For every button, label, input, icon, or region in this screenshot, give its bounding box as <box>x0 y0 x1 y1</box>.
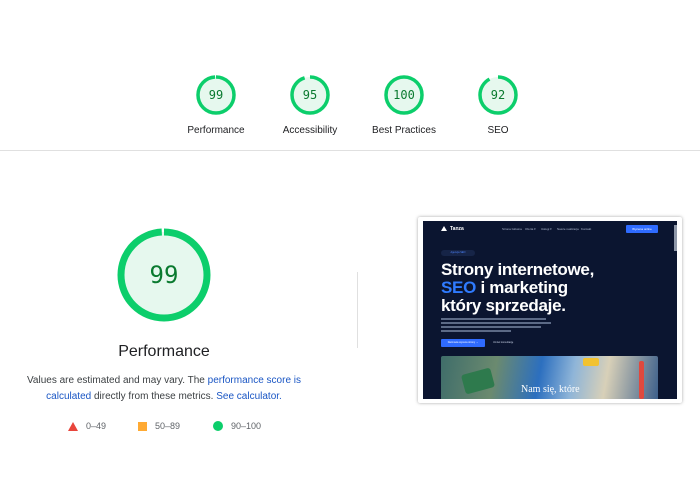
gauge-score: 100 <box>393 88 415 102</box>
site-eyebrow: Agencja SEO <box>441 250 475 256</box>
desc-text: Values are estimated and may vary. The <box>26 375 208 386</box>
site-nav: Tanza Strona Główna Oferta ▾ Usługi ▾ Na… <box>423 221 677 251</box>
legend-label: 0–49 <box>86 421 107 431</box>
performance-gauge-large: 99 <box>116 227 212 323</box>
gauge-seo[interactable]: 92 SEO <box>468 73 528 136</box>
headline-rest: i marketing <box>476 278 568 297</box>
site-primary-cta: Darmowa wycena strony → <box>441 339 485 347</box>
legend-fail: 0–49 <box>68 419 106 433</box>
gauge-score: 99 <box>208 88 224 102</box>
site-secondary-cta: Umów konsultację <box>493 341 514 344</box>
headline-highlight: SEO <box>441 278 477 297</box>
site-cta-button: Wycena online <box>626 225 658 233</box>
divider <box>357 272 358 348</box>
category-summary: 99 Performance 95 Accessibility 100 Best… <box>0 0 700 151</box>
gauge-accessibility[interactable]: 95 Accessibility <box>280 73 340 136</box>
logo-icon <box>441 226 447 231</box>
gauge-label: SEO <box>487 125 509 136</box>
legend-label: 90–100 <box>231 421 262 431</box>
headline-line: SEO i marketing <box>441 279 641 297</box>
site-headline: Strony internetowe, SEO i marketing któr… <box>441 261 641 315</box>
legend-pass: 90–100 <box>213 419 261 433</box>
circle-icon <box>213 421 223 431</box>
gauge-score: 95 <box>302 88 318 102</box>
gauge-score: 92 <box>490 88 506 102</box>
nav-item: Kontakt <box>581 227 592 231</box>
triangle-icon <box>68 421 78 431</box>
site-photo-caption: Nam się, które <box>521 384 580 395</box>
site-logo-text: Tanza <box>450 226 464 232</box>
square-icon <box>138 421 147 431</box>
legend-label: 50–89 <box>155 421 181 431</box>
headline-line: Strony internetowe, <box>441 260 594 279</box>
nav-item: Usługi ▾ <box>541 227 552 231</box>
photo-detail <box>639 361 644 399</box>
desc-text: directly from these metrics. <box>91 391 217 402</box>
nav-item: Nasze realizacje <box>557 227 580 231</box>
site-paragraph <box>441 318 551 334</box>
final-screenshot[interactable]: Tanza Strona Główna Oferta ▾ Usługi ▾ Na… <box>418 217 682 403</box>
nav-item: Strona Główna <box>502 227 522 231</box>
photo-detail <box>583 358 599 366</box>
headline-line: który sprzedaje. <box>441 296 566 315</box>
see-calculator-link[interactable]: See calculator. <box>216 391 282 402</box>
performance-title: Performance <box>118 343 210 360</box>
nav-item: Oferta ▾ <box>525 227 536 231</box>
performance-description: Values are estimated and may vary. The p… <box>10 373 318 405</box>
gauge-performance[interactable]: 99 Performance <box>186 73 246 136</box>
gauge-best-practices[interactable]: 100 Best Practices <box>372 73 436 136</box>
screenshot-image: Tanza Strona Główna Oferta ▾ Usługi ▾ Na… <box>423 221 677 399</box>
legend-average: 50–89 <box>138 419 180 433</box>
site-scrollbar <box>674 225 677 251</box>
performance-score: 99 <box>149 261 179 289</box>
